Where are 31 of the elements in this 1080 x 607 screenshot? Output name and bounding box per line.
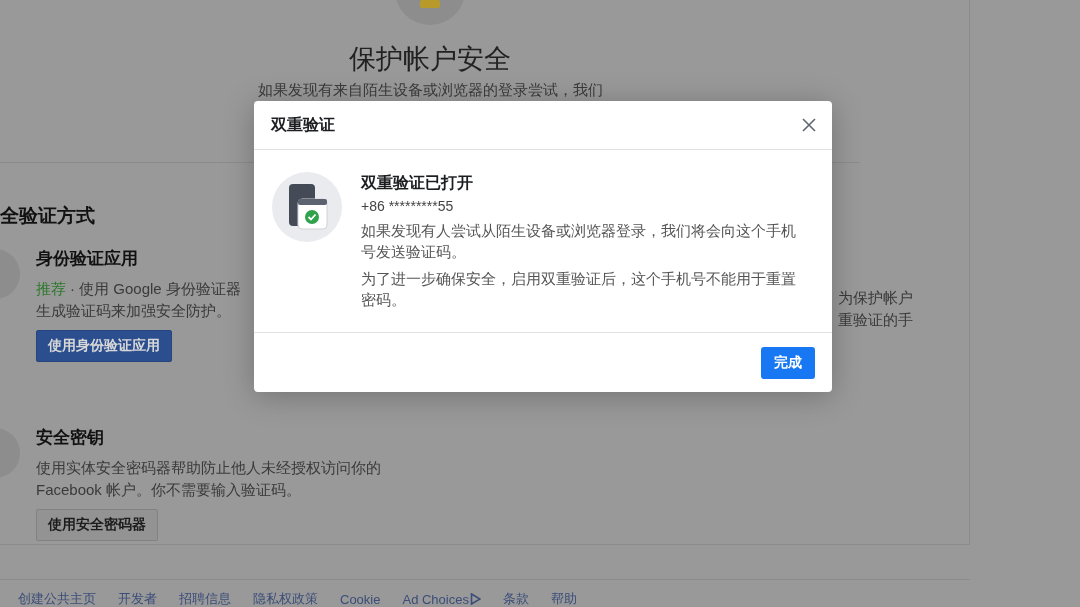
page-subtitle: 如果发现有来自陌生设备或浏览器的登录尝试，我们 (257, 81, 603, 100)
section-heading: 全验证方式 (0, 204, 95, 228)
method-button[interactable]: 使用身份验证应用 (36, 330, 172, 362)
footer-link[interactable]: 开发者 (118, 590, 157, 607)
footer-link[interactable]: 招聘信息 (179, 590, 231, 607)
description-text: 为保护帐户 (838, 288, 913, 308)
method-description: 使用实体安全密码器帮助防止他人未经授权访问你的 (36, 459, 381, 476)
footer-link[interactable]: 隐私权政策 (253, 590, 318, 607)
footer-link[interactable]: Ad Choices (402, 590, 481, 607)
page-title: 保护帐户安全 (349, 43, 511, 76)
close-icon (801, 117, 817, 133)
recommended-label: 推荐 (36, 280, 66, 297)
method-title: 安全密钥 (36, 427, 105, 449)
dialog-heading: 双重验证已打开 (361, 173, 474, 193)
play-icon (469, 593, 481, 605)
method-description: Facebook 帐户。你不需要输入验证码。 (36, 481, 302, 498)
footer-link[interactable]: Cookie (340, 590, 381, 607)
method-button[interactable]: 使用安全密码器 (36, 509, 158, 541)
dialog-paragraph: 如果发现有人尝试从陌生设备或浏览器登录，我们将会向这个手机号发送验证码。 (361, 221, 797, 262)
method-description: 生成验证码来加强安全防护。 (36, 302, 231, 319)
method-description: · 使用 Google 身份验证器 (70, 280, 241, 297)
dialog-paragraph: 为了进一步确保安全，启用双重验证后，这个手机号不能用于重置密码。 (361, 269, 797, 310)
description-text: 重验证的手 (838, 310, 913, 330)
phone-check-icon (271, 171, 343, 243)
footer-link[interactable]: 创建公共主页 (18, 590, 96, 607)
footer-link[interactable]: 条款 (502, 590, 529, 607)
done-button[interactable]: 完成 (761, 347, 815, 379)
footer-link[interactable]: 帮助 (550, 590, 577, 607)
dialog-title: 双重验证 (271, 114, 335, 135)
phone-number: +86 *********55 (361, 198, 455, 214)
method-title: 身份验证应用 (36, 248, 139, 270)
